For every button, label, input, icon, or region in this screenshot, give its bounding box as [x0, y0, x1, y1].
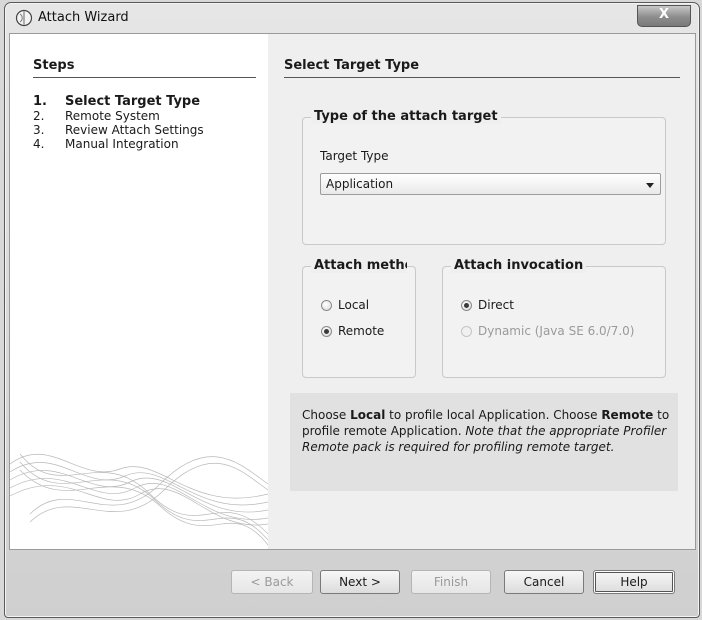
radio-label: Local [338, 298, 370, 312]
step-label: Select Target Type [65, 94, 201, 109]
step-number: 2. [33, 109, 45, 123]
info-panel: Choose Local to profile local Applicatio… [290, 393, 678, 491]
steps-title: Steps [33, 58, 256, 78]
attach-method-group-legend: Attach method [311, 258, 407, 273]
page-title: Select Target Type [284, 58, 680, 78]
step-item: 3. Review Attach Settings [33, 123, 204, 137]
radio-label: Dynamic (Java SE 6.0/7.0) [478, 324, 635, 338]
attach-invocation-group: Attach invocation Direct Dynamic (Java S… [442, 258, 666, 378]
target-type-group-legend: Type of the attach target [311, 109, 501, 124]
steps-panel: Steps 1. Select Target Type 2. Remote Sy… [10, 34, 268, 549]
decorative-waves-graphic [10, 453, 268, 546]
step-number: 3. [33, 123, 45, 137]
info-remote-keyword: Remote [601, 408, 654, 422]
wizard-body: Steps 1. Select Target Type 2. Remote Sy… [9, 33, 696, 550]
chevron-down-icon[interactable] [646, 183, 654, 188]
target-type-selected-value: Application [326, 177, 394, 191]
attach-invocation-group-legend: Attach invocation [451, 258, 587, 273]
window-title: Attach Wizard [38, 10, 129, 25]
step-label: Review Attach Settings [65, 123, 204, 137]
steps-list: 1. Select Target Type 2. Remote System 3… [33, 94, 204, 151]
info-text-part: to profile local Application. Choose [385, 408, 602, 422]
close-button[interactable]: X [637, 5, 691, 27]
finish-button[interactable]: Finish [411, 570, 491, 594]
step-label: Remote System [65, 109, 160, 123]
attach-method-group: Attach method Local Remote [302, 258, 416, 378]
step-item: 2. Remote System [33, 109, 204, 123]
radio-button-icon[interactable] [461, 299, 472, 311]
cancel-button[interactable]: Cancel [504, 570, 584, 594]
info-text-part: Choose [302, 408, 351, 422]
radio-label: Remote [338, 324, 385, 338]
radio-dynamic[interactable]: Dynamic (Java SE 6.0/7.0) [461, 324, 635, 338]
radio-local[interactable]: Local [321, 298, 369, 312]
back-button[interactable]: < Back [231, 570, 313, 594]
target-type-label: Target Type [320, 149, 389, 163]
info-text: Choose Local to profile local Applicatio… [302, 407, 674, 455]
help-button[interactable]: Help [593, 570, 675, 594]
step-number: 4. [33, 137, 45, 151]
step-item: 4. Manual Integration [33, 137, 204, 151]
title-bar[interactable]: Attach Wizard X [5, 3, 699, 33]
radio-remote[interactable]: Remote [321, 324, 384, 338]
radio-label: Direct [478, 298, 514, 312]
app-icon [15, 9, 33, 27]
close-icon: X [658, 7, 670, 22]
radio-button-icon[interactable] [321, 325, 332, 337]
radio-button-icon[interactable] [321, 299, 332, 311]
step-item: 1. Select Target Type [33, 94, 204, 109]
target-type-group: Type of the attach target Target Type Ap… [302, 109, 666, 245]
attach-wizard-window: Attach Wizard X Steps 1. Select Target T… [4, 2, 700, 618]
step-number: 1. [33, 94, 47, 109]
target-type-select[interactable]: Application [320, 173, 661, 195]
radio-button-icon[interactable] [461, 325, 472, 337]
next-button[interactable]: Next > [320, 570, 400, 594]
step-label: Manual Integration [65, 137, 179, 151]
info-local-keyword: Local [350, 408, 386, 422]
radio-direct[interactable]: Direct [461, 298, 514, 312]
